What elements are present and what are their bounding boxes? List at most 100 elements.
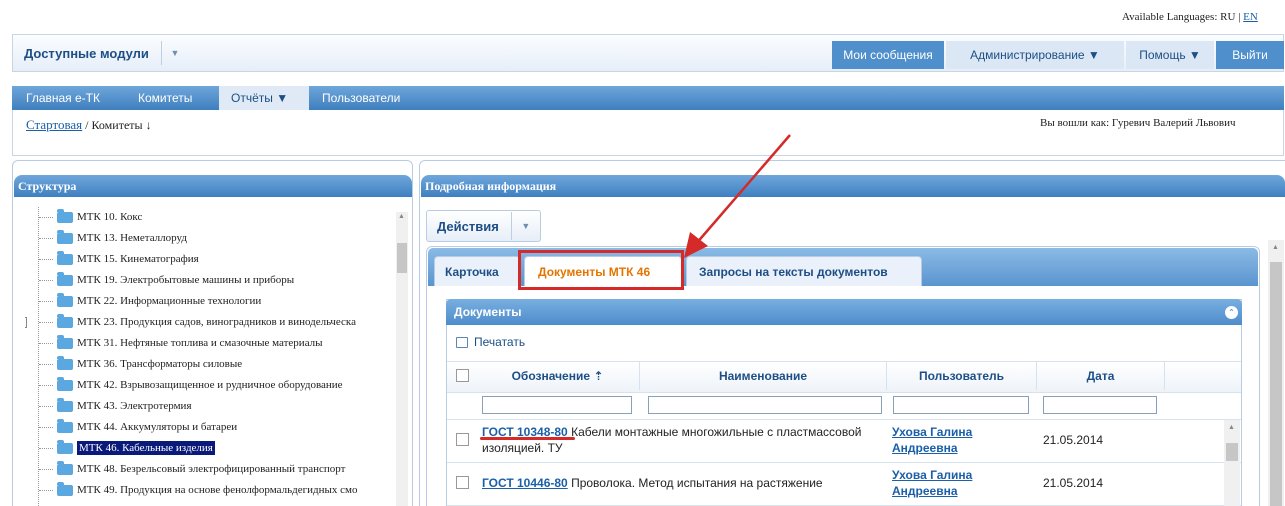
tree-scrollbar-thumb[interactable] [397, 243, 407, 273]
language-ru[interactable]: RU [1220, 11, 1235, 23]
folder-icon [57, 271, 73, 286]
column-header-user[interactable]: Пользователь [887, 362, 1037, 390]
nav-home[interactable]: Главная е-ТК [26, 86, 100, 110]
breadcrumb-current[interactable]: / Комитеты ↓ [85, 118, 151, 132]
user-info: Вы вошли как: Гуревич Валерий Львович [1040, 117, 1236, 129]
tree-connector [39, 405, 53, 407]
folder-icon [57, 229, 73, 244]
column-header-date[interactable]: Дата [1037, 362, 1165, 390]
structure-panel-title: Структура [14, 175, 412, 197]
modules-label: Доступные модули [24, 45, 149, 61]
tab-document-requests[interactable]: Запросы на тексты документов [686, 256, 922, 286]
nav-logout[interactable]: Выйти [1216, 41, 1284, 69]
column-header-name[interactable]: Наименование [640, 362, 887, 390]
tree-item[interactable]: МТК 46. Кабельные изделия [25, 438, 215, 458]
actions-label: Действия [437, 218, 499, 234]
tree-item-label: МТК 49. Продукция на основе фенолформаль… [77, 484, 358, 496]
tree-item-label: МТК 13. Неметаллоруд [77, 232, 187, 244]
folder-icon [57, 397, 73, 412]
tree-item-label: МТК 22. Информационные технологии [77, 295, 262, 307]
expand-icon[interactable]: + [25, 316, 27, 328]
tree-item[interactable]: МТК 43. Электротермия [25, 396, 192, 416]
tree-connector [39, 321, 53, 323]
actions-button[interactable]: Действия ▼ [426, 210, 541, 242]
chevron-down-icon[interactable]: ▼ [510, 212, 540, 240]
document-user-link[interactable]: Ухова Галина Андреевна [892, 467, 1032, 499]
tree-item[interactable]: МТК 49. Продукция на основе фенолформаль… [25, 480, 357, 500]
folder-icon [57, 376, 73, 391]
document-code-link[interactable]: ГОСТ 10446-80 [482, 476, 568, 490]
tree-item[interactable]: МТК 13. Неметаллоруд [25, 228, 187, 248]
user-name[interactable]: Ухова Галина Андреевна [892, 425, 972, 455]
nav-committees[interactable]: Комитеты [138, 86, 192, 110]
modules-button[interactable]: Доступные модули ▼ [12, 35, 188, 71]
tree-connector [39, 489, 53, 491]
tree-item[interactable]: + МТК 23. Продукция садов, виноградников … [25, 312, 356, 332]
document-name: Проволока. Метод испытания на растяжение [571, 476, 823, 490]
grid-scrollbar[interactable] [1224, 420, 1240, 506]
printer-icon [456, 336, 468, 348]
folder-icon [57, 418, 73, 433]
scroll-up-icon[interactable]: ▲ [398, 213, 405, 220]
language-en[interactable]: EN [1243, 11, 1258, 23]
documents-grid-title: Документы [446, 299, 1242, 325]
tree-item-label: МТК 36. Трансформаторы силовые [77, 358, 243, 370]
tree-item[interactable]: МТК 15. Кинематография [25, 249, 199, 269]
grid-scrollbar-thumb[interactable] [1226, 443, 1238, 461]
details-scrollbar-thumb[interactable] [1270, 262, 1282, 506]
document-user-link[interactable]: Ухова Галина Андреевна [892, 424, 1032, 456]
folder-icon [57, 460, 73, 475]
collapse-icon[interactable]: ⌃ [1225, 306, 1238, 319]
tree-item[interactable]: МТК 19. Электробытовые машины и приборы [25, 270, 294, 290]
print-button[interactable]: Печатать [456, 335, 525, 349]
tree-item[interactable]: МТК 31. Нефтяные топлива и смазочные мат… [25, 333, 323, 353]
chevron-down-icon[interactable]: ▼ [160, 41, 188, 65]
nav-my-messages[interactable]: Мои сообщения [832, 41, 944, 69]
folder-icon [57, 481, 73, 496]
tree-item[interactable]: МТК 48. Безрельсовый электрофицированный… [25, 459, 345, 479]
tree-connector [39, 258, 53, 260]
print-label: Печатать [474, 335, 526, 349]
tab-highlight-box [518, 250, 684, 290]
row-checkbox[interactable] [456, 433, 469, 446]
column-header-code[interactable]: Обозначение ⇡ [476, 362, 640, 390]
tree-item-label: МТК 43. Электротермия [77, 400, 192, 412]
select-all-checkbox[interactable] [456, 369, 469, 382]
tree-item[interactable]: МТК 36. Трансформаторы силовые [25, 354, 242, 374]
user-name[interactable]: Ухова Галина Андреевна [892, 468, 972, 498]
code-underline-mark [480, 437, 575, 440]
folder-icon [57, 355, 73, 370]
tree-item-label: МТК 48. Безрельсовый электрофицированный… [77, 463, 346, 475]
tree-item-label: МТК 23. Продукция садов, виноградников и… [77, 316, 356, 328]
tree-connector [39, 279, 53, 281]
scroll-up-icon[interactable]: ▲ [1272, 244, 1279, 251]
tab-card[interactable]: Карточка [434, 256, 520, 286]
nav-administration[interactable]: Администрирование ▼ [946, 41, 1124, 69]
scroll-up-icon[interactable]: ▲ [1228, 424, 1235, 431]
tree-item[interactable]: МТК 10. Кокс [25, 207, 142, 227]
structure-tree: МТК 10. Кокс МТК 13. Неметаллоруд МТК 15. … [25, 207, 395, 506]
tree-item-label: МТК 42. Взрывозащищенное и рудничное обо… [77, 379, 343, 391]
filter-date-input[interactable] [1043, 396, 1157, 414]
tree-item[interactable]: МТК 44. Аккумуляторы и батареи [25, 417, 237, 437]
breadcrumb-home[interactable]: Стартовая [26, 117, 82, 132]
tree-item-label: МТК 31. Нефтяные топлива и смазочные мат… [77, 337, 323, 349]
language-bar: Available Languages: RU | EN [1122, 11, 1258, 23]
tree-item[interactable]: МТК 42. Взрывозащищенное и рудничное обо… [25, 375, 343, 395]
tree-connector [39, 342, 53, 344]
nav-help[interactable]: Помощь ▼ [1126, 41, 1214, 69]
nav-reports[interactable]: Отчёты ▼ [219, 86, 309, 110]
tree-connector [39, 216, 53, 218]
filter-name-input[interactable] [648, 396, 882, 414]
row-checkbox[interactable] [456, 476, 469, 489]
main-nav-bar [12, 86, 1284, 110]
language-separator: | [1238, 11, 1241, 23]
tree-item-label: МТК 44. Аккумуляторы и батареи [77, 421, 238, 433]
tree-item[interactable]: МТК 22. Информационные технологии [25, 291, 261, 311]
filter-code-input[interactable] [482, 396, 632, 414]
tree-connector [39, 447, 53, 449]
filter-user-input[interactable] [893, 396, 1029, 414]
nav-users[interactable]: Пользователи [322, 86, 400, 110]
document-cell: ГОСТ 10446-80 Проволока. Метод испытания… [482, 475, 882, 491]
document-cell: ГОСТ 10348-80 Кабели монтажные многожиль… [482, 424, 882, 456]
